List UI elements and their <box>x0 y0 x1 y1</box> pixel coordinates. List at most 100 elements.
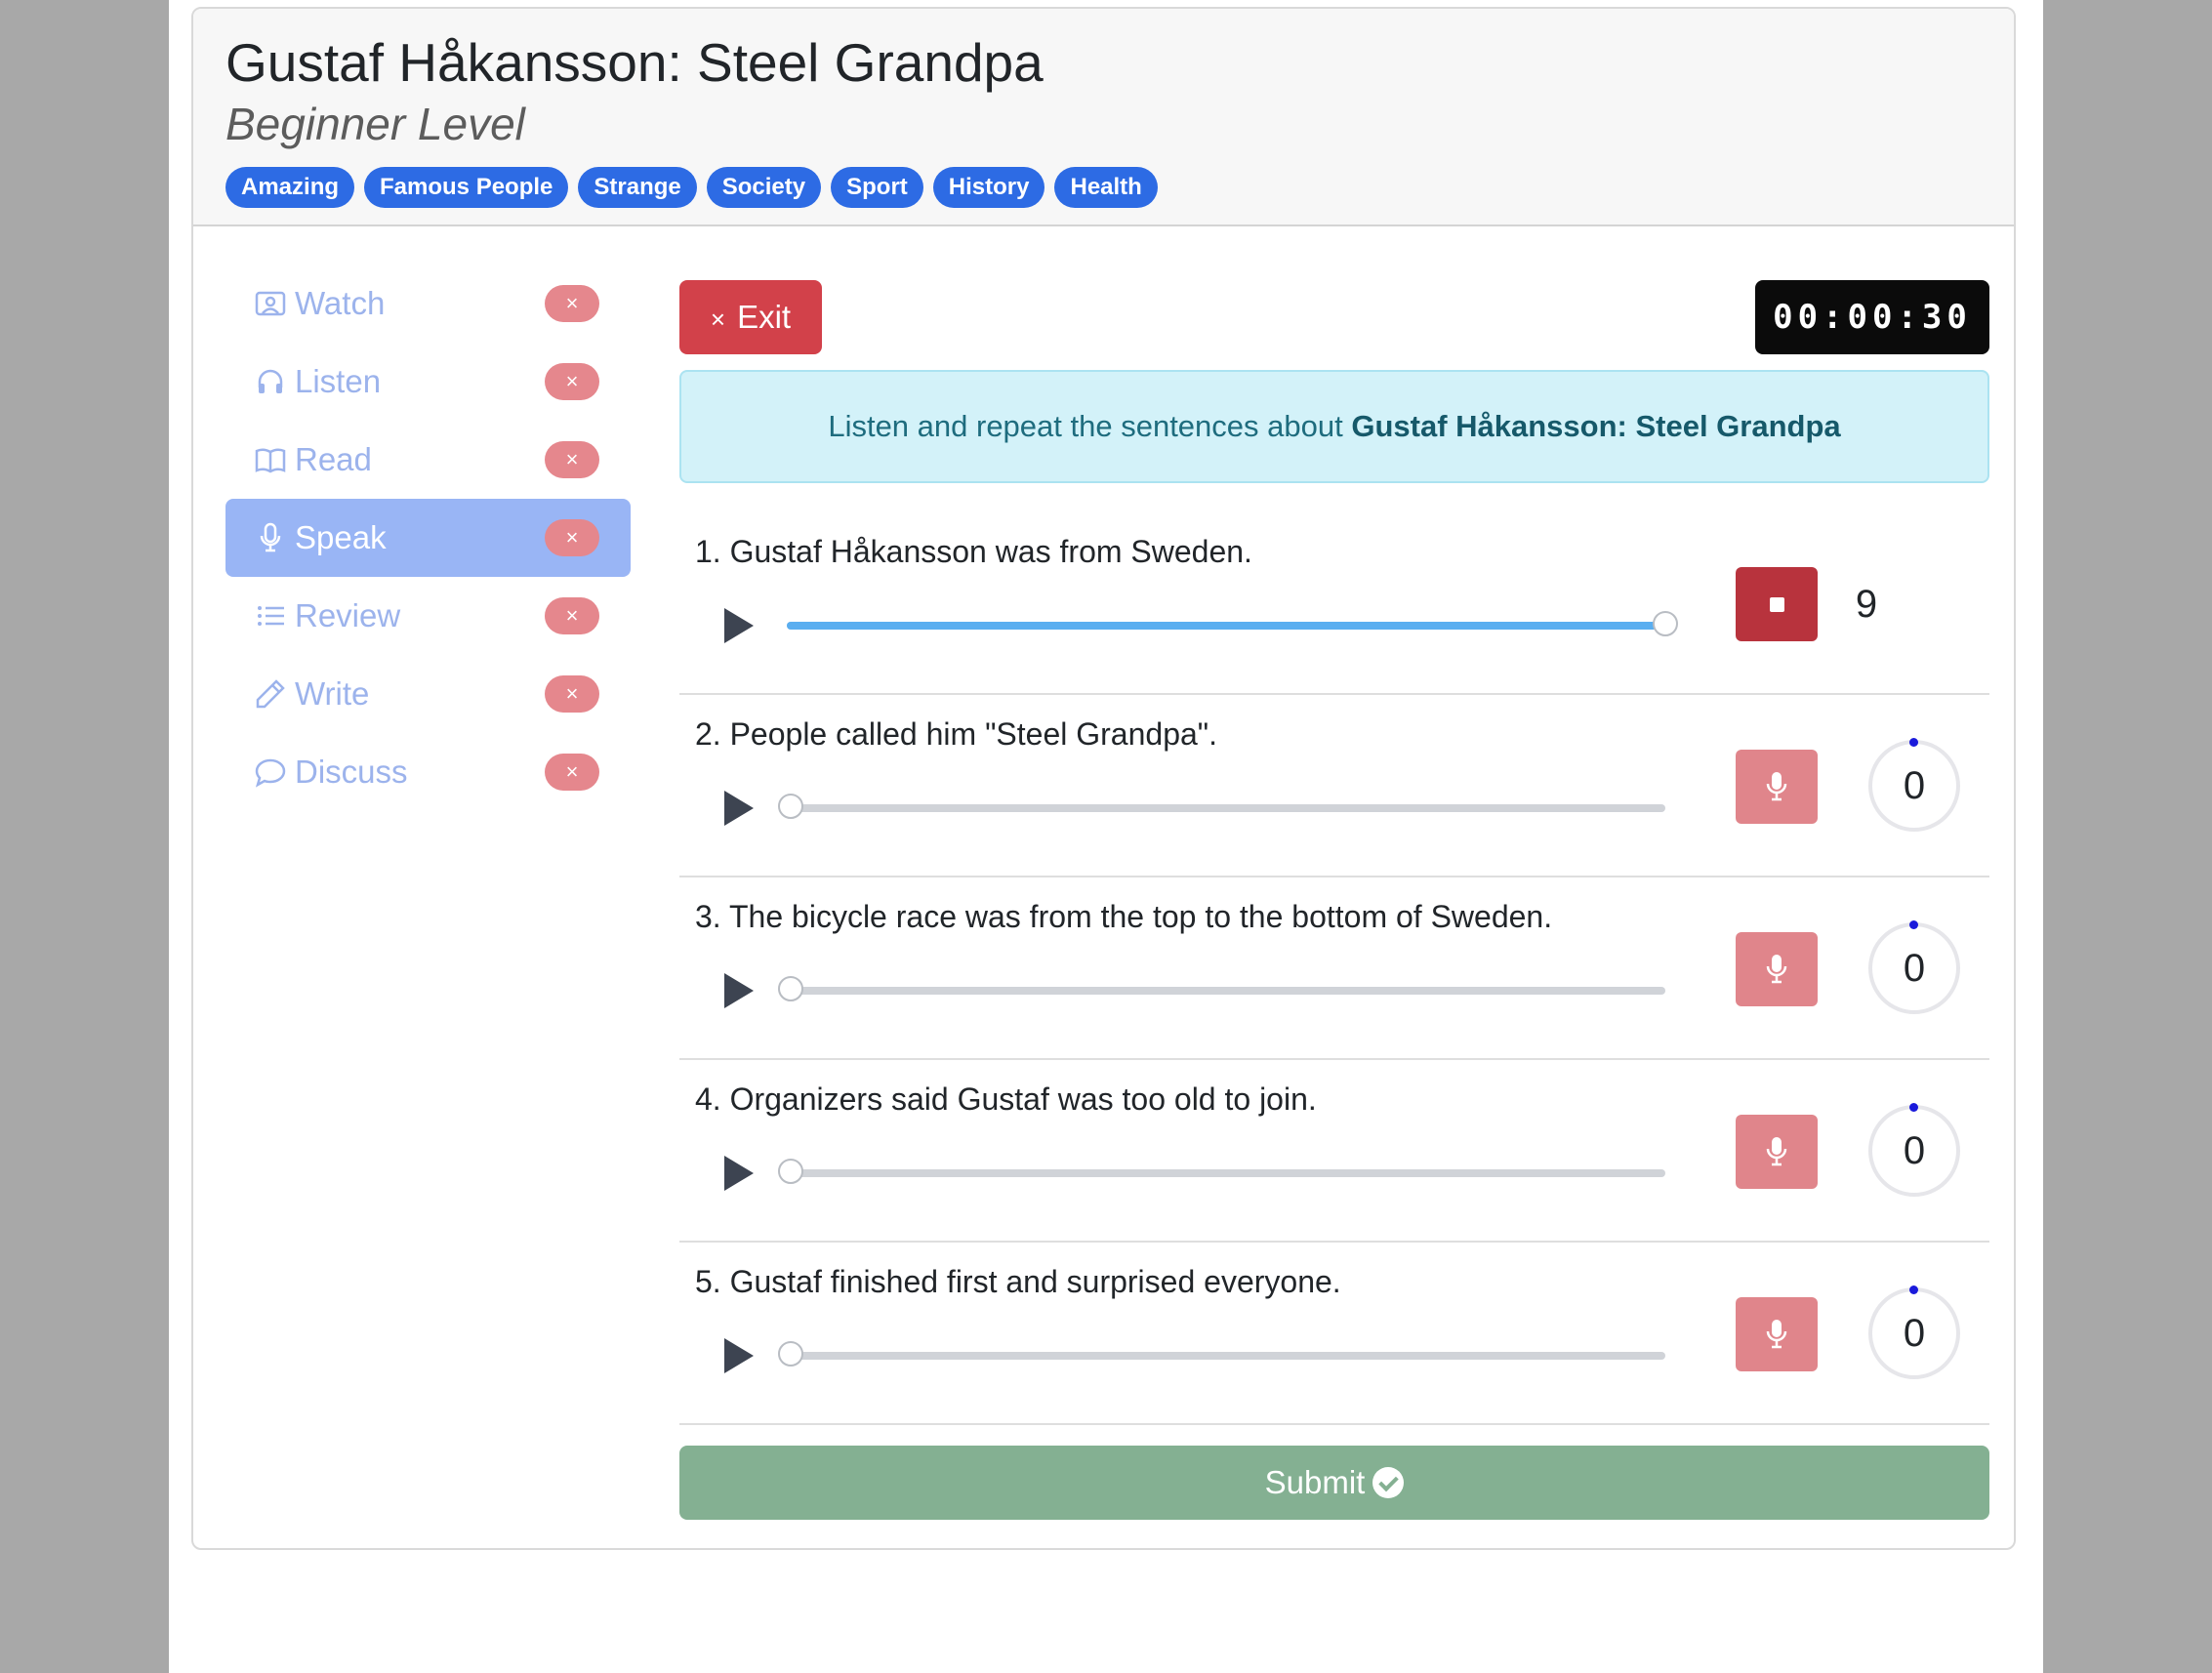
person-video-icon <box>255 288 286 319</box>
sidebar-item-watch[interactable]: Watch × <box>225 265 631 343</box>
record-button[interactable] <box>1736 1297 1818 1371</box>
check-circle-icon <box>1372 1467 1405 1498</box>
audio-progress-slider[interactable] <box>778 1341 1665 1367</box>
sentence-row: 5. Gustaf finished first and surprised e… <box>679 1243 1989 1425</box>
status-badge: × <box>545 285 599 322</box>
microphone-icon <box>1766 1320 1787 1349</box>
tag-badge[interactable]: Society <box>706 167 822 208</box>
score-value: 0 <box>1903 1312 1926 1355</box>
stop-icon <box>1770 597 1784 612</box>
sidebar-nav: Watch × Listen × Read × Speak × Review ×… <box>225 265 631 811</box>
score-value: 0 <box>1903 764 1926 807</box>
tag-badge[interactable]: History <box>932 167 1045 208</box>
timer-display: 00:00:30 <box>1755 280 1989 354</box>
record-button[interactable] <box>1736 1115 1818 1189</box>
score-ring: 0 <box>1868 1103 1960 1197</box>
submit-label: Submit <box>1264 1464 1366 1500</box>
sidebar-item-read[interactable]: Read × <box>225 421 631 499</box>
tag-list: Amazing Famous People Strange Society Sp… <box>225 167 1158 208</box>
audio-progress-slider[interactable] <box>778 976 1665 1001</box>
microphone-icon <box>1766 772 1787 801</box>
sidebar-item-speak[interactable]: Speak × <box>225 499 631 577</box>
exit-button[interactable]: × Exit <box>679 280 822 354</box>
instruction-alert: Listen and repeat the sentences about Gu… <box>679 370 1989 483</box>
sentence-text: 4. Organizers said Gustaf was too old to… <box>695 1081 1317 1117</box>
sentence-text: 5. Gustaf finished first and surprised e… <box>695 1264 1341 1299</box>
audio-progress-slider[interactable] <box>778 1159 1665 1184</box>
microphone-icon <box>1766 1137 1787 1166</box>
audio-progress-slider[interactable] <box>778 794 1665 819</box>
sidebar-item-listen[interactable]: Listen × <box>225 343 631 421</box>
sidebar-item-label: Write <box>295 675 370 712</box>
record-button[interactable] <box>1736 932 1818 1006</box>
lesson-card: Gustaf Håkansson: Steel Grandpa Beginner… <box>191 7 2016 1550</box>
slider-thumb[interactable] <box>778 1341 803 1367</box>
sidebar-item-write[interactable]: Write × <box>225 655 631 733</box>
status-badge: × <box>545 519 599 556</box>
score-ring: 0 <box>1868 920 1960 1014</box>
score-indicator-dot <box>1909 1285 1918 1294</box>
sentence-row: 3. The bicycle race was from the top to … <box>679 877 1989 1060</box>
lesson-title: Gustaf Håkansson: Steel Grandpa <box>225 32 1044 93</box>
sidebar-item-label: Speak <box>295 519 387 555</box>
score-indicator-dot <box>1909 1103 1918 1112</box>
microphone-icon <box>1766 955 1787 984</box>
exit-label: Exit <box>737 299 792 335</box>
headphones-icon <box>255 366 286 397</box>
stop-recording-button[interactable] <box>1736 567 1818 641</box>
list-icon <box>255 600 286 632</box>
tag-badge[interactable]: Strange <box>578 167 697 208</box>
score-value: 0 <box>1903 1129 1926 1172</box>
sentence-text: 1. Gustaf Håkansson was from Sweden. <box>695 534 1252 569</box>
tag-badge[interactable]: Health <box>1054 167 1158 208</box>
sidebar-item-discuss[interactable]: Discuss × <box>225 733 631 811</box>
microphone-icon <box>255 522 286 553</box>
tag-badge[interactable]: Amazing <box>225 167 355 208</box>
slider-thumb[interactable] <box>778 794 803 819</box>
sentence-text: 2. People called him "Steel Grandpa". <box>695 716 1218 752</box>
play-icon[interactable] <box>724 1156 754 1191</box>
sidebar-item-label: Listen <box>295 363 382 399</box>
sidebar-item-label: Review <box>295 597 401 633</box>
score-value: 9 <box>1855 583 1878 626</box>
sidebar-item-label: Read <box>295 441 372 477</box>
book-icon <box>255 444 286 475</box>
audio-progress-slider[interactable] <box>787 611 1678 636</box>
score-ring: 0 <box>1868 738 1960 832</box>
record-button[interactable] <box>1736 750 1818 824</box>
score-indicator-dot <box>1909 738 1918 747</box>
submit-button[interactable]: Submit <box>679 1446 1989 1520</box>
sidebar-item-label: Discuss <box>295 754 408 790</box>
chat-bubble-icon <box>255 756 286 788</box>
slider-thumb[interactable] <box>778 976 803 1001</box>
audio-progress-fill <box>787 622 1665 630</box>
slider-thumb[interactable] <box>1653 611 1678 636</box>
sidebar-item-label: Watch <box>295 285 386 321</box>
sentence-text: 3. The bicycle race was from the top to … <box>695 899 1553 934</box>
pencil-icon <box>255 678 286 710</box>
score-indicator-dot <box>1909 920 1918 929</box>
instruction-subject: Gustaf Håkansson: Steel Grandpa <box>1351 409 1841 443</box>
status-badge: × <box>545 675 599 713</box>
sentence-list: 1. Gustaf Håkansson was from Sweden. 9 2… <box>679 512 1989 1425</box>
lesson-header: Gustaf Håkansson: Steel Grandpa Beginner… <box>193 9 2014 226</box>
play-icon[interactable] <box>724 1338 754 1373</box>
tag-badge[interactable]: Sport <box>831 167 923 208</box>
tag-badge[interactable]: Famous People <box>364 167 569 208</box>
score-value: 0 <box>1903 947 1926 990</box>
status-badge: × <box>545 754 599 791</box>
slider-thumb[interactable] <box>778 1159 803 1184</box>
sentence-row: 4. Organizers said Gustaf was too old to… <box>679 1060 1989 1243</box>
sentence-row: 1. Gustaf Håkansson was from Sweden. 9 <box>679 512 1989 695</box>
play-icon[interactable] <box>724 791 754 826</box>
status-badge: × <box>545 597 599 634</box>
score-ring: 0 <box>1868 1285 1960 1379</box>
close-icon: × <box>710 305 726 334</box>
play-icon[interactable] <box>724 973 754 1008</box>
play-icon[interactable] <box>724 608 754 643</box>
status-badge: × <box>545 441 599 478</box>
sentence-row: 2. People called him "Steel Grandpa". 0 <box>679 695 1989 877</box>
sidebar-item-review[interactable]: Review × <box>225 577 631 655</box>
lesson-level: Beginner Level <box>225 99 525 149</box>
page: Gustaf Håkansson: Steel Grandpa Beginner… <box>169 0 2043 1673</box>
